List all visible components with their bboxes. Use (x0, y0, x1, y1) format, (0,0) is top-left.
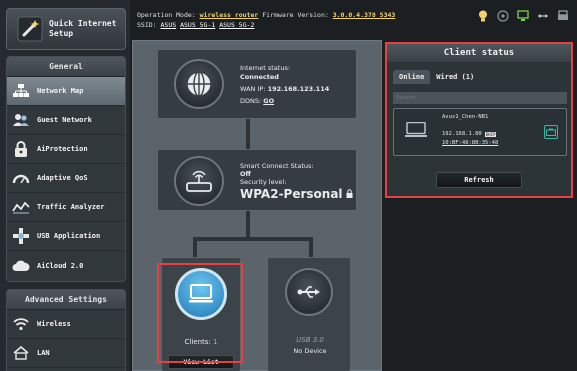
computer-icon (175, 268, 227, 320)
quick-internet-setup-button[interactable]: Quick Internet Setup (6, 8, 126, 50)
usb-card[interactable]: USB 3.0 No Device (267, 257, 351, 371)
usb-status-icon[interactable] (537, 10, 549, 22)
lock-icon (346, 186, 353, 202)
refresh-button[interactable]: Refresh (436, 172, 522, 188)
firmware-version-link[interactable]: 3.0.0.4.378_5343 (333, 11, 396, 19)
client-search-input[interactable] (393, 92, 567, 104)
traffic-analyzer-icon (11, 198, 31, 216)
general-panel: General Network Map Guest Network AiProt… (6, 56, 126, 282)
wifi-icon (11, 315, 31, 333)
usb-status: No Device (293, 347, 327, 355)
internet-status-value: Connected (240, 73, 279, 81)
connection-line (246, 119, 250, 151)
sidebar-item-traffic-analyzer[interactable]: Traffic Analyzer (7, 193, 125, 222)
wan-ip-value: 192.168.123.114 (267, 85, 330, 93)
wan-ip-label: WAN IP: (240, 85, 266, 93)
tab-wired[interactable]: Wired (1) (430, 70, 480, 84)
firmware-label: Firmware Version: (262, 11, 329, 19)
connection-line (309, 237, 313, 257)
sidebar-item-lan[interactable]: LAN (7, 339, 125, 368)
network-map-area: Internet status: Connected WAN IP: 192.1… (132, 40, 382, 371)
ethernet-icon[interactable] (544, 125, 558, 139)
ssid-link[interactable]: ASUS_5G-2 (219, 21, 254, 29)
operation-mode-label: Operation Mode: (137, 11, 196, 19)
router-status-card[interactable]: Smart Connect Status: Off Security level… (157, 149, 357, 211)
ssid-link[interactable]: ASUS (161, 21, 177, 29)
connection-line (193, 237, 313, 241)
sidebar-item-aiprotection[interactable]: AiProtection (7, 135, 125, 164)
security-level-label: Security level: (240, 178, 287, 186)
security-level-value: WPA2-Personal (240, 187, 343, 201)
internet-status-icon[interactable] (517, 10, 529, 22)
view-list-button[interactable]: View List (168, 355, 234, 369)
sidebar-item-label: Adaptive QoS (37, 174, 88, 182)
internet-status-card[interactable]: Internet status: Connected WAN IP: 192.1… (157, 49, 357, 119)
clients-card[interactable]: Clients: 1 View List (161, 257, 241, 371)
speedometer-icon (11, 169, 31, 187)
cloud-icon (11, 257, 31, 275)
sidebar-item-network-map[interactable]: Network Map (7, 77, 125, 106)
dhcp-badge: DHCP (484, 131, 497, 137)
advanced-settings-panel: Advanced Settings Wireless LAN (6, 289, 126, 371)
client-mac-link[interactable]: 10:BF:48:8B:35:48 (442, 140, 498, 146)
ddns-label: DDNS: (240, 97, 262, 105)
sidebar-item-label: AiProtection (37, 145, 88, 153)
lock-icon (11, 140, 31, 158)
sidebar-item-label: AiCloud 2.0 (37, 261, 84, 270)
usb-application-icon (11, 227, 31, 245)
sidebar-item-label: USB Application (37, 232, 101, 240)
client-tabs: Online Wired (1) (393, 70, 571, 84)
client-ip: 192.168.1.80 (442, 131, 482, 137)
sidebar-item-usb-application[interactable]: USB Application (7, 222, 125, 251)
sidebar-item-label: LAN (37, 349, 50, 357)
ssid-link[interactable]: ASUS_5G-1 (180, 21, 215, 29)
home-icon (11, 344, 31, 362)
client-status-panel: Client status Online Wired (1) Asus1_Che… (385, 42, 573, 198)
sidebar-item-wireless[interactable]: Wireless (7, 310, 125, 339)
guest-network-icon (11, 111, 31, 129)
laptop-icon (405, 121, 427, 142)
usb-port-label: USB 3.0 (296, 336, 324, 344)
sidebar-item-adaptive-qos[interactable]: Adaptive QoS (7, 164, 125, 193)
network-map-icon (11, 82, 31, 100)
sidebar-item-guest-network[interactable]: Guest Network (7, 106, 125, 135)
ssid-label: SSID: (137, 21, 157, 29)
smart-connect-value: Off (240, 170, 251, 178)
tab-online[interactable]: Online (393, 70, 431, 84)
client-status-title: Client status (387, 44, 571, 62)
app-icon[interactable] (497, 10, 509, 22)
quick-internet-setup-label: Quick Internet Setup (49, 19, 117, 38)
connection-line (246, 209, 250, 239)
ddns-link[interactable]: GO (263, 97, 274, 105)
sidebar-item-label: Guest Network (37, 116, 92, 124)
sidebar-item-label: Network Map (37, 87, 84, 95)
globe-icon (174, 59, 224, 109)
clients-count: 1 (213, 338, 218, 346)
header-status-icons (477, 10, 569, 22)
printer-icon[interactable] (557, 10, 569, 22)
internet-status-label: Internet status: (240, 64, 291, 72)
sidebar: Quick Internet Setup General Network Map… (0, 0, 130, 371)
advanced-settings-header: Advanced Settings (7, 290, 125, 310)
client-name: Asus1_Chen-NB1 (442, 114, 489, 120)
clients-label: Clients: (184, 338, 211, 346)
sidebar-item-label: Wireless (37, 320, 71, 328)
smart-connect-label: Smart Connect Status: (240, 162, 314, 170)
usb-icon (285, 268, 333, 316)
router-icon (174, 156, 224, 206)
client-list-item[interactable]: Asus1_Chen-NB1 192.168.1.80 DHCP 10:BF:4… (393, 108, 567, 156)
notification-bulb-icon[interactable] (477, 10, 489, 22)
magic-wand-icon (17, 16, 43, 42)
general-header: General (7, 57, 125, 77)
connection-line (193, 237, 197, 257)
operation-mode-link[interactable]: wireless router (200, 11, 259, 19)
sidebar-item-label: Traffic Analyzer (37, 203, 105, 211)
sidebar-item-aicloud[interactable]: AiCloud 2.0 (7, 251, 125, 280)
